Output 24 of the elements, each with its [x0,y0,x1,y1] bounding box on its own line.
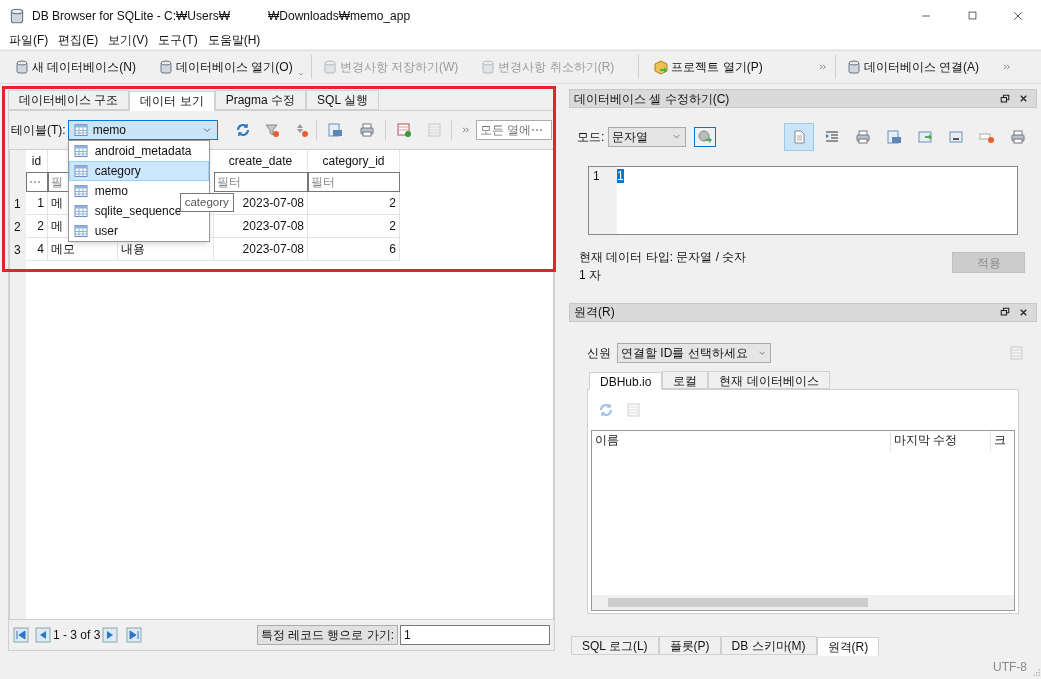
window-title: ₩Downloads₩memo_app [268,7,411,25]
table-cell: 4 [26,238,48,261]
identity-label: 신원 [587,344,611,362]
dock-title: 데이터베이스 셀 수정하기(C) [574,90,731,108]
table-cell: 내용 [118,238,214,261]
table-cell: 2 [26,215,48,238]
mode-label: 모드: [577,128,605,146]
cell-value: 1 [617,168,624,183]
dock-title: 원격(R) [574,304,616,322]
table-cell: 6 [308,238,400,261]
record-range: 1 - 3 of 3 [53,627,101,644]
table-label: 테이블(T): [11,122,66,139]
window-title: DB Browser for SQLite - C:₩Users₩ [32,7,231,25]
table-cell: 2 [308,215,400,238]
line-number: 1 [593,168,600,183]
length-text: 1 자 [579,267,602,285]
encoding-status: UTF-8 [993,659,1027,676]
table-cell: 메모 [48,238,118,261]
table-cell: 1 [26,192,48,215]
table-cell: 2023-07-08 [214,215,308,238]
table-cell: 2 [308,192,400,215]
data-type-text: 현재 데이터 타입: 문자열 / 숫자 [579,249,748,267]
table-cell: 2023-07-08 [214,238,308,261]
tooltip: category [179,193,234,213]
